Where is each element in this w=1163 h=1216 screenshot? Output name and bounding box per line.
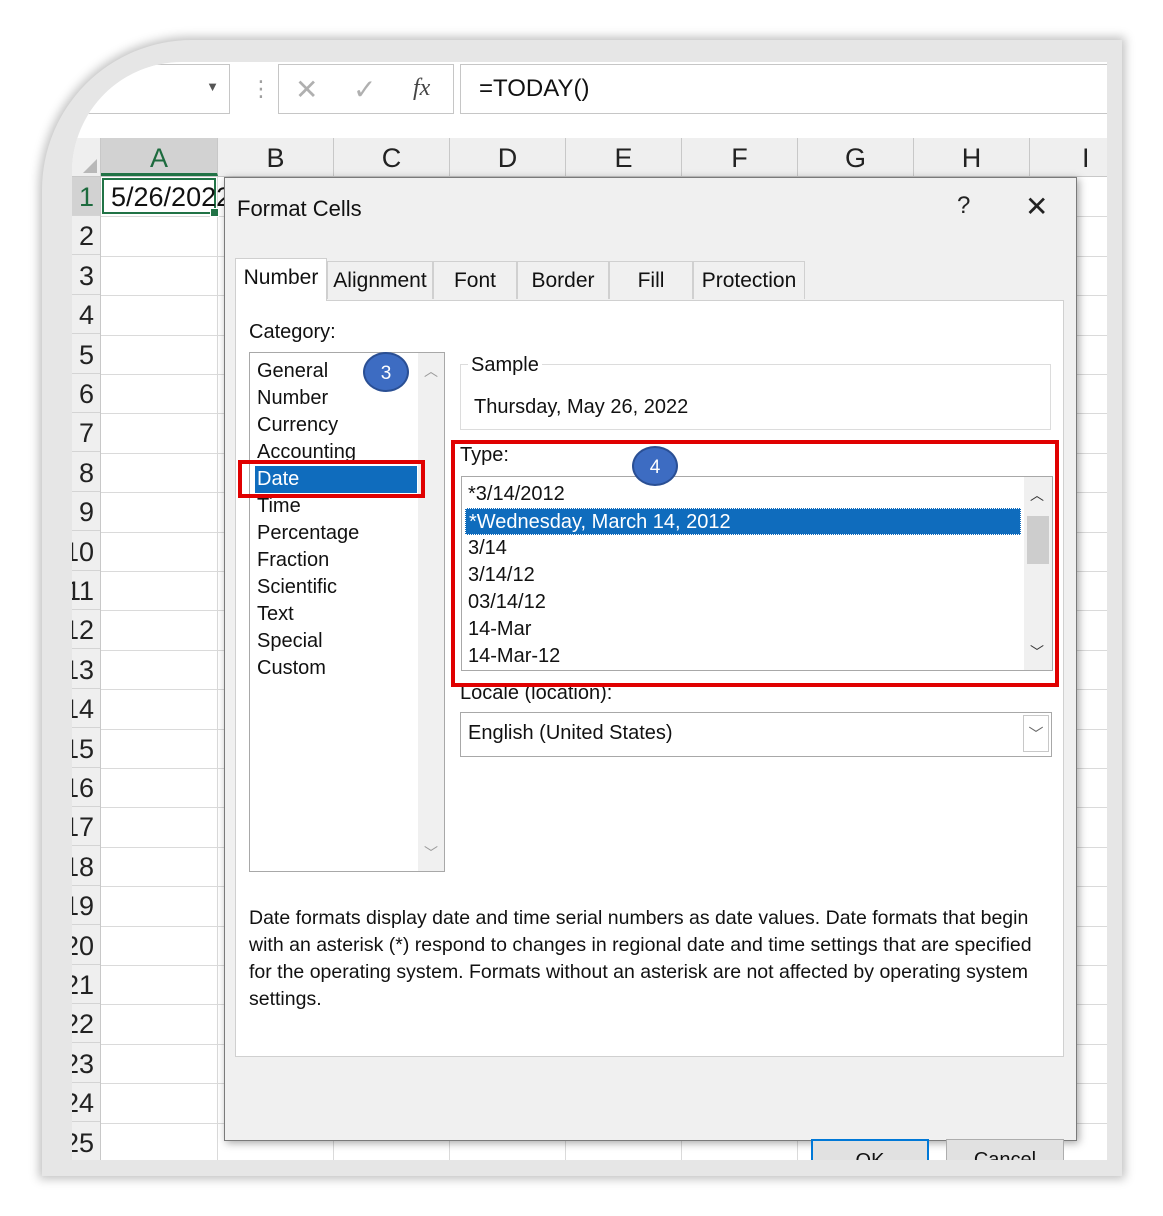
- row-header-8[interactable]: 8: [72, 453, 100, 492]
- fill-handle[interactable]: [210, 208, 219, 217]
- category-item-currency[interactable]: Currency: [255, 412, 417, 439]
- tab-fill[interactable]: Fill: [609, 261, 693, 299]
- row-header-2[interactable]: 2: [72, 216, 100, 256]
- row-header-14[interactable]: 14: [72, 689, 100, 729]
- chevron-down-icon[interactable]: ▼: [206, 79, 219, 94]
- tab-alignment[interactable]: Alignment: [327, 261, 433, 299]
- tab-font[interactable]: Font: [433, 261, 517, 299]
- insert-function-icon[interactable]: fx: [413, 75, 430, 102]
- category-item-special[interactable]: Special: [255, 628, 417, 655]
- column-header-F[interactable]: F: [682, 138, 798, 176]
- tab-border[interactable]: Border: [517, 261, 609, 299]
- tab-strip: Number Alignment Font Border Fill Protec…: [235, 258, 835, 301]
- row-header-10[interactable]: 10: [72, 532, 100, 571]
- category-item-percentage[interactable]: Percentage: [255, 520, 417, 547]
- row-header-22[interactable]: 22: [72, 1004, 100, 1044]
- row-header-7[interactable]: 7: [72, 413, 100, 453]
- date-highlight-box: [238, 460, 425, 498]
- column-header-row: A B C D E F G H I: [72, 138, 1107, 177]
- row-header-17[interactable]: 17: [72, 807, 100, 847]
- row-header-24[interactable]: 24: [72, 1083, 100, 1123]
- select-all-icon: [83, 159, 97, 173]
- column-header-E[interactable]: E: [566, 138, 682, 176]
- row-header-16[interactable]: 16: [72, 768, 100, 807]
- row-header-25[interactable]: 25: [72, 1123, 100, 1160]
- enter-formula-icon[interactable]: ✓: [353, 73, 376, 106]
- locale-value: English (United States): [468, 722, 673, 744]
- help-icon[interactable]: ?: [957, 192, 970, 220]
- row-header-12[interactable]: 12: [72, 610, 100, 650]
- ok-button[interactable]: OK: [811, 1139, 929, 1160]
- cancel-formula-icon[interactable]: ✕: [295, 73, 318, 106]
- column-header-I[interactable]: I: [1030, 138, 1107, 176]
- sample-value: Thursday, May 26, 2022: [474, 396, 689, 418]
- row-header-18[interactable]: 18: [72, 847, 100, 886]
- column-header-C[interactable]: C: [334, 138, 450, 176]
- category-label: Category:: [249, 321, 336, 343]
- category-item-fraction[interactable]: Fraction: [255, 547, 417, 574]
- category-scrollbar[interactable]: ︿ ﹀: [418, 353, 444, 871]
- sample-label: Sample: [468, 354, 542, 377]
- row-header-11[interactable]: 11: [72, 571, 100, 610]
- cancel-button[interactable]: Cancel: [946, 1139, 1064, 1160]
- type-highlight-box: [451, 440, 1059, 687]
- formula-bar-grip-icon[interactable]: ⋮: [250, 76, 272, 102]
- column-header-B[interactable]: B: [218, 138, 334, 176]
- row-header-3[interactable]: 3: [72, 256, 100, 295]
- select-all-corner[interactable]: [72, 138, 101, 176]
- column-header-D[interactable]: D: [450, 138, 566, 176]
- row-header-20[interactable]: 20: [72, 926, 100, 965]
- step-badge-3: 3: [363, 352, 409, 392]
- step-badge-4: 4: [632, 446, 678, 486]
- row-header-column: 1234567891011121314151617181920212223242…: [72, 177, 101, 1160]
- format-description: Date formats display date and time seria…: [249, 907, 1032, 1010]
- category-list[interactable]: General Number Currency Accounting Date …: [249, 352, 445, 872]
- locale-dropdown[interactable]: English (United States) ﹀: [460, 712, 1052, 757]
- tab-protection[interactable]: Protection: [693, 261, 805, 299]
- row-header-13[interactable]: 13: [72, 650, 100, 689]
- row-header-19[interactable]: 19: [72, 886, 100, 926]
- chevron-down-icon[interactable]: ﹀: [1023, 715, 1049, 752]
- row-header-6[interactable]: 6: [72, 374, 100, 413]
- row-header-23[interactable]: 23: [72, 1044, 100, 1083]
- column-gridline: [217, 177, 218, 1160]
- name-box[interactable]: ▼: [72, 64, 230, 114]
- tab-number[interactable]: Number: [235, 258, 327, 301]
- column-header-H[interactable]: H: [914, 138, 1030, 176]
- cell-A1[interactable]: 5/26/2022: [102, 178, 231, 217]
- close-icon[interactable]: ✕: [1025, 190, 1048, 223]
- row-header-21[interactable]: 21: [72, 965, 100, 1004]
- row-header-1[interactable]: 1: [72, 177, 100, 216]
- column-header-A[interactable]: A: [101, 138, 218, 176]
- category-item-text[interactable]: Text: [255, 601, 417, 628]
- category-item-custom[interactable]: Custom: [255, 655, 417, 682]
- formula-input[interactable]: =TODAY(): [460, 64, 1107, 114]
- row-header-5[interactable]: 5: [72, 335, 100, 374]
- scroll-down-icon[interactable]: ﹀: [418, 843, 444, 863]
- scroll-up-icon[interactable]: ︿: [418, 361, 444, 381]
- row-header-9[interactable]: 9: [72, 492, 100, 532]
- category-item-scientific[interactable]: Scientific: [255, 574, 417, 601]
- column-header-G[interactable]: G: [798, 138, 914, 176]
- formula-text: =TODAY(): [479, 75, 590, 102]
- row-header-4[interactable]: 4: [72, 295, 100, 335]
- formula-buttons: ✕ ✓ fx: [278, 64, 454, 114]
- dialog-title: Format Cells: [237, 196, 362, 221]
- row-header-15[interactable]: 15: [72, 729, 100, 768]
